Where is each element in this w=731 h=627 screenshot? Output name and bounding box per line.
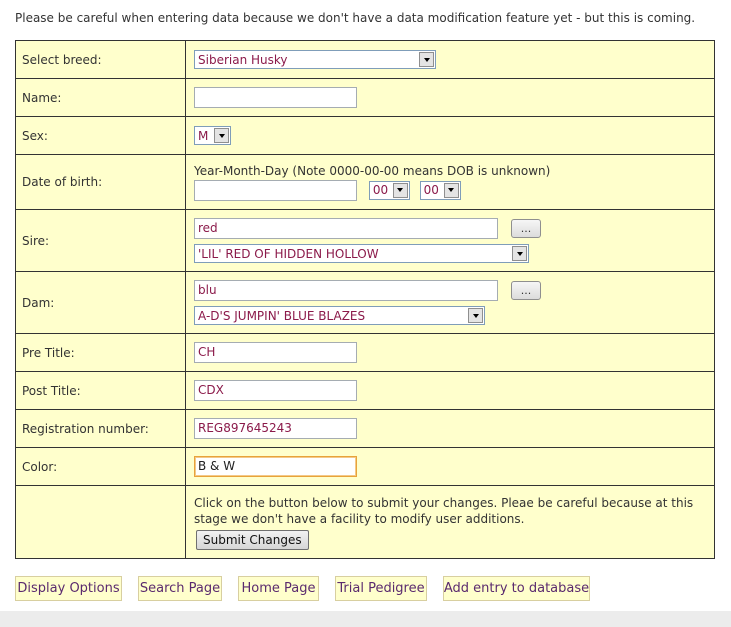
search-page-button[interactable]: Search Page [138, 576, 222, 601]
chevron-down-icon[interactable] [468, 308, 483, 323]
chevron-down-icon[interactable] [392, 182, 408, 198]
dob-month-select[interactable]: 00 [368, 180, 410, 200]
dob-day-select[interactable]: 00 [419, 180, 461, 200]
post-title-row: Post Title: CDX [15, 371, 715, 410]
sire-selected-value: 'LIL' RED OF HIDDEN HOLLOW [198, 246, 379, 261]
dam-search-input[interactable]: blu [194, 280, 498, 301]
pre-title-input[interactable]: CH [194, 342, 357, 363]
submit-instructions: Click on the button below to submit your… [194, 495, 694, 526]
post-title-label: Post Title: [15, 371, 186, 410]
color-label: Color: [15, 447, 186, 486]
chevron-down-icon[interactable] [512, 246, 527, 261]
page-footer-band [0, 611, 731, 627]
add-entry-button[interactable]: Add entry to database [443, 576, 590, 601]
dob-month-value: 00 [372, 183, 389, 197]
sire-row: Sire: red... 'LIL' RED OF HIDDEN HOLLOW [15, 209, 715, 272]
display-options-button[interactable]: Display Options [15, 576, 122, 601]
breed-select[interactable]: Siberian Husky [194, 50, 436, 69]
chevron-down-icon[interactable] [214, 128, 229, 143]
dob-row: Date of birth: Year-Month-Day (Note 0000… [15, 154, 715, 210]
dog-entry-form: Select breed: Siberian Husky Name: Sex: … [15, 40, 715, 559]
sex-select[interactable]: M [194, 126, 231, 145]
pre-title-row: Pre Title: CH [15, 333, 715, 372]
sire-select[interactable]: 'LIL' RED OF HIDDEN HOLLOW [194, 244, 529, 263]
sex-row: Sex: M [15, 116, 715, 155]
submit-row: Click on the button below to submit your… [15, 485, 715, 559]
registration-row: Registration number: REG897645243 [15, 409, 715, 448]
sex-label: Sex: [15, 116, 186, 155]
dam-row: Dam: blu... A-D'S JUMPIN' BLUE BLAZES [15, 271, 715, 334]
dam-label: Dam: [15, 271, 186, 334]
home-page-button[interactable]: Home Page [238, 576, 319, 601]
chevron-down-icon[interactable] [419, 52, 434, 67]
dam-select[interactable]: A-D'S JUMPIN' BLUE BLAZES [194, 306, 485, 325]
registration-input[interactable]: REG897645243 [194, 418, 357, 439]
registration-label: Registration number: [15, 409, 186, 448]
color-row: Color: B & W [15, 447, 715, 486]
pre-title-label: Pre Title: [15, 333, 186, 372]
post-title-input[interactable]: CDX [194, 380, 357, 401]
sire-label: Sire: [15, 209, 186, 272]
breed-selected-value: Siberian Husky [198, 52, 288, 67]
dam-lookup-button[interactable]: ... [511, 281, 541, 300]
chevron-down-icon[interactable] [443, 182, 459, 198]
dob-hint: Year-Month-Day (Note 0000-00-00 means DO… [194, 163, 551, 178]
dob-year-input[interactable] [194, 179, 357, 201]
color-input[interactable]: B & W [194, 456, 357, 477]
dam-selected-value: A-D'S JUMPIN' BLUE BLAZES [198, 308, 366, 323]
notice-text: Please be careful when entering data bec… [15, 11, 696, 25]
breed-row: Select breed: Siberian Husky [15, 40, 715, 79]
trial-pedigree-button[interactable]: Trial Pedigree [335, 576, 427, 601]
breed-label: Select breed: [15, 40, 186, 79]
name-label: Name: [15, 78, 186, 117]
dob-day-value: 00 [423, 183, 439, 197]
sire-search-input[interactable]: red [194, 218, 498, 239]
submit-changes-button[interactable]: Submit Changes [196, 529, 309, 550]
sex-selected-value: M [198, 128, 209, 143]
name-row: Name: [15, 78, 715, 117]
dob-label: Date of birth: [15, 154, 186, 210]
name-input[interactable] [194, 87, 357, 108]
sire-lookup-button[interactable]: ... [511, 219, 541, 238]
